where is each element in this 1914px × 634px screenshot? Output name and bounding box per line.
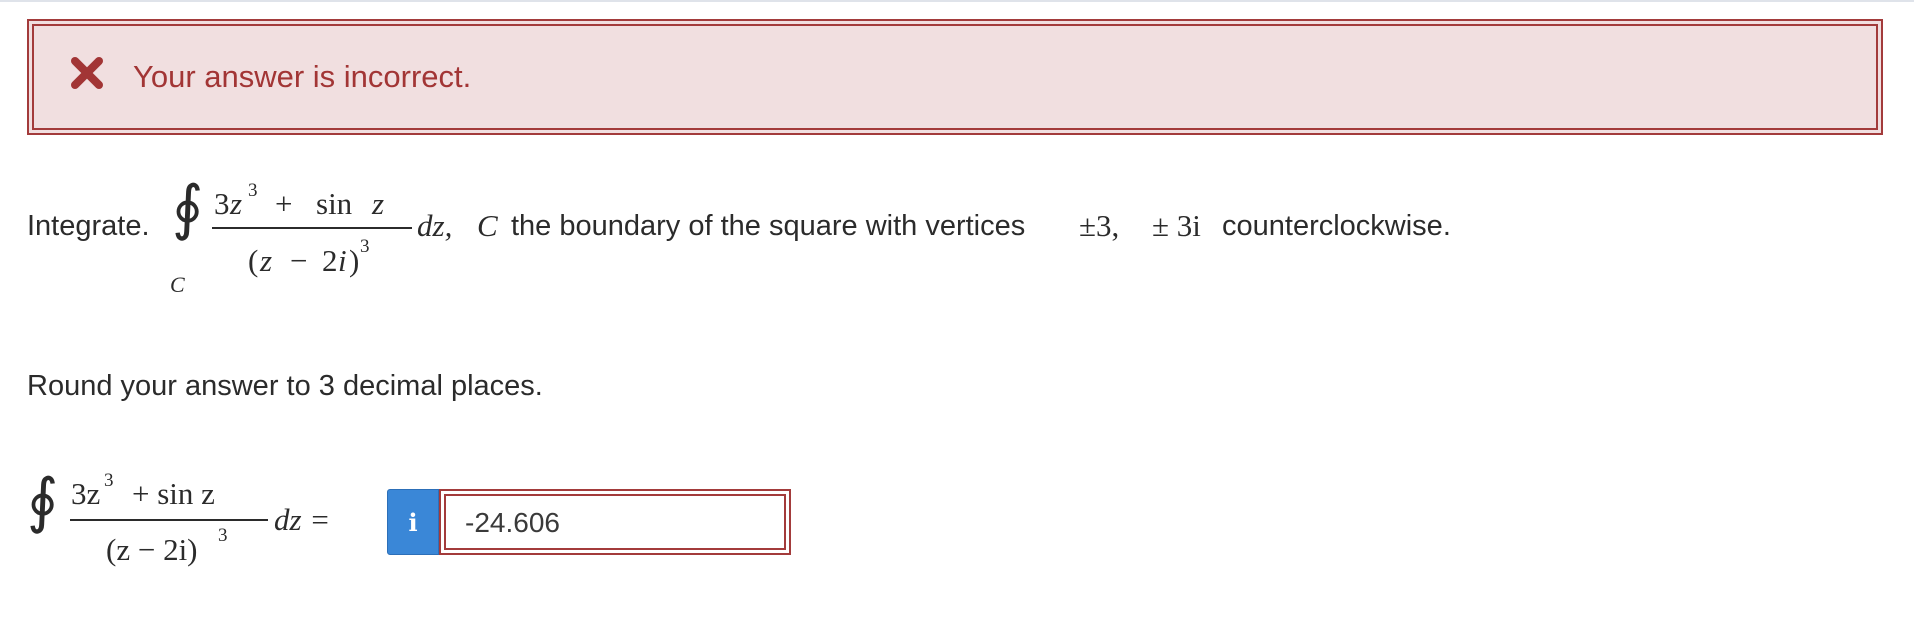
numerator-var: z xyxy=(230,186,243,221)
info-icon: i xyxy=(408,507,418,537)
denominator-i: i xyxy=(338,243,347,278)
answer-integral-symbol: ∮ xyxy=(27,468,59,534)
denominator-open: ( xyxy=(248,243,259,278)
vertices-real: ±3, xyxy=(1079,208,1120,243)
numerator-plus: + xyxy=(275,186,293,221)
numerator-coef: 3 xyxy=(214,186,230,221)
problem-lead: Integrate. xyxy=(27,210,150,242)
curve-symbol: C xyxy=(477,208,498,243)
denominator-num: 2 xyxy=(322,243,338,278)
x-mark-icon xyxy=(71,57,103,89)
answer-field-wrapper xyxy=(439,489,791,555)
info-button[interactable]: i xyxy=(387,489,439,555)
top-divider xyxy=(0,0,1914,2)
denominator-var: z xyxy=(260,243,273,278)
answer-input[interactable] xyxy=(465,507,765,539)
contour-subscript: C xyxy=(170,272,185,297)
denominator-minus: − xyxy=(290,243,308,278)
denominator-close: ) xyxy=(349,243,360,278)
problem-description: the boundary of the square with vertices xyxy=(511,210,1026,242)
answer-numerator-rest: + sin z xyxy=(132,476,215,511)
contour-integral-symbol: ∮ xyxy=(172,175,204,241)
answer-numerator: 3z xyxy=(71,476,101,511)
numerator-exp: 3 xyxy=(248,180,258,201)
answer-denominator: (z − 2i) xyxy=(106,532,198,567)
feedback-message: Your answer is incorrect. xyxy=(133,59,472,94)
rounding-instruction: Round your answer to 3 decimal places. xyxy=(27,370,543,402)
numerator-arg: z xyxy=(372,186,385,221)
fraction-bar xyxy=(212,227,412,229)
feedback-banner: Your answer is incorrect. xyxy=(27,19,1883,135)
denominator-exp: 3 xyxy=(360,236,370,257)
differential: dz, xyxy=(417,208,453,243)
problem-direction: counterclockwise. xyxy=(1222,210,1451,242)
answer-differential: dz = xyxy=(274,502,331,537)
vertices-imag: ± 3i xyxy=(1152,208,1201,243)
answer-fraction-bar xyxy=(70,519,268,521)
answer-numerator-exp: 3 xyxy=(104,470,114,491)
answer-denominator-exp: 3 xyxy=(218,525,228,546)
numerator-func: sin xyxy=(316,186,353,221)
